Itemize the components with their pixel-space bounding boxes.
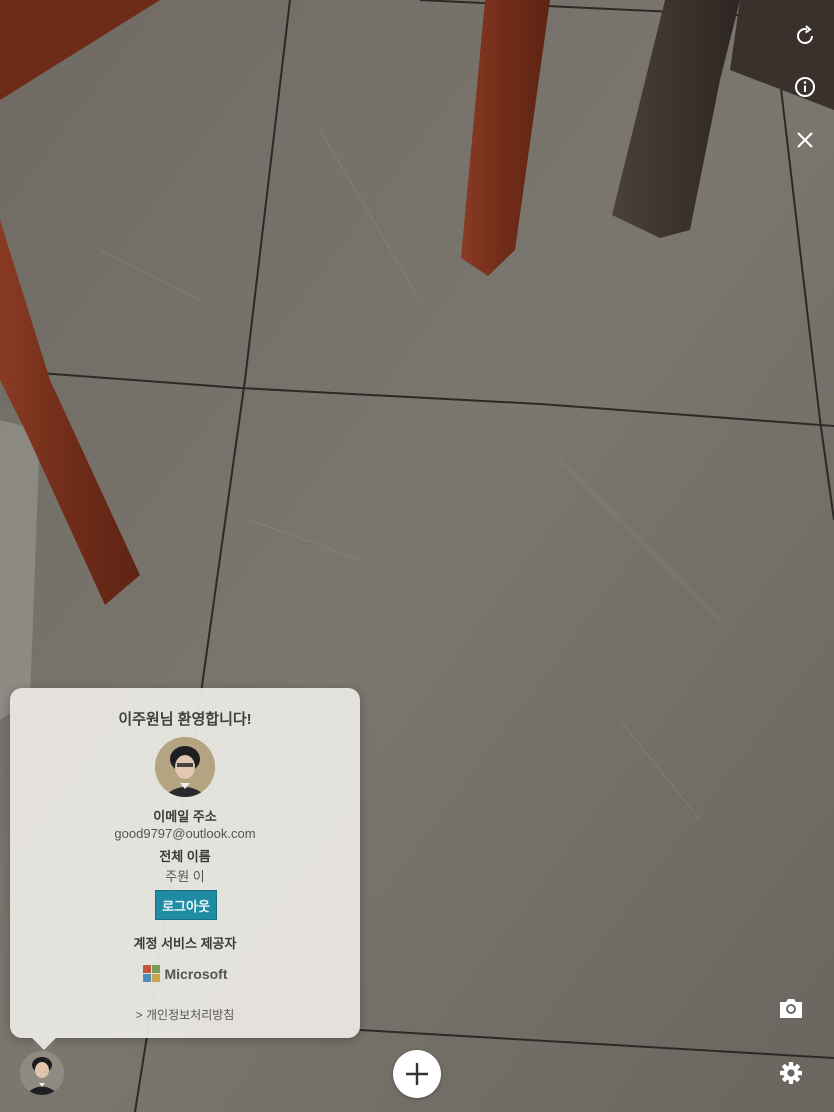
refresh-icon [797,25,813,44]
microsoft-logo-icon [142,965,160,982]
popover-tail [32,1038,56,1050]
refresh-button[interactable] [790,21,820,51]
full-name-value: 주원 이 [165,869,205,884]
email-label: 이메일 주소 [153,809,217,824]
close-button[interactable] [790,125,820,155]
full-name-label: 전체 이름 [159,849,211,864]
camera-icon [780,999,802,1018]
user-avatar-button[interactable] [20,1051,64,1095]
microsoft-provider: Microsoft [10,965,360,983]
info-button[interactable] [790,72,820,102]
info-icon [795,77,815,97]
close-icon [797,132,813,148]
email-value: good9797@outlook.com [114,826,256,841]
settings-button[interactable] [776,1058,806,1088]
provider-name: Microsoft [164,966,228,982]
profile-photo [155,737,215,797]
welcome-text: 이주원님 환영합니다! [118,711,252,728]
plus-icon [406,1063,428,1085]
add-object-button[interactable] [393,1050,441,1098]
logout-button[interactable]: 로그아웃 [155,890,217,920]
gear-icon [780,1062,802,1084]
provider-label: 계정 서비스 제공자 [133,936,237,951]
avatar [20,1051,64,1095]
camera-button[interactable] [776,993,806,1023]
privacy-policy-link[interactable]: > 개인정보처리방침 [10,1006,360,1023]
account-popover: 이주원님 환영합니다! 이메일 주소 good9797@outlook.com … [10,688,360,1050]
